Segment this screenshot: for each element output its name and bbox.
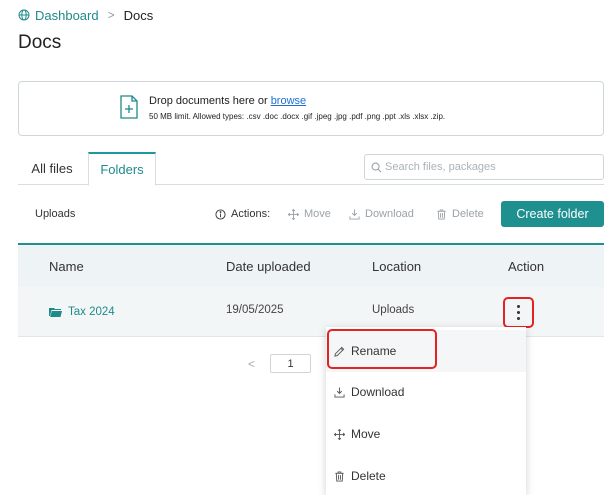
delete-button-label: Delete bbox=[452, 208, 484, 220]
breadcrumb: Dashboard > Docs bbox=[18, 7, 153, 23]
column-header-name[interactable]: Name bbox=[49, 259, 84, 274]
menu-item-move-label: Move bbox=[351, 427, 381, 441]
menu-item-rename[interactable]: Rename bbox=[326, 330, 526, 372]
folder-link[interactable]: Tax 2024 bbox=[49, 306, 115, 318]
upload-limits: 50 MB limit. Allowed types: .csv .doc .d… bbox=[149, 112, 446, 121]
move-button[interactable]: Move bbox=[288, 208, 331, 220]
breadcrumb-current: Docs bbox=[123, 7, 154, 23]
download-button-label: Download bbox=[365, 208, 414, 220]
search-icon bbox=[371, 162, 382, 172]
pagination: < 1 bbox=[248, 354, 312, 373]
browse-link[interactable]: browse bbox=[271, 95, 306, 107]
tab-folders[interactable]: Folders bbox=[88, 152, 156, 186]
download-icon bbox=[349, 208, 360, 220]
file-add-icon bbox=[120, 95, 138, 119]
move-button-label: Move bbox=[304, 208, 331, 220]
row-context-menu: Rename Download Move Delete bbox=[326, 327, 526, 495]
date-uploaded: 19/05/2025 bbox=[226, 304, 284, 316]
search-input[interactable] bbox=[385, 161, 595, 173]
create-folder-button[interactable]: Create folder bbox=[501, 201, 604, 227]
pencil-icon bbox=[334, 346, 345, 357]
menu-item-move[interactable]: Move bbox=[326, 413, 526, 455]
toolbar: Uploads Actions: Move Download Delete Cr… bbox=[18, 200, 604, 230]
actions-label-text: Actions: bbox=[231, 208, 271, 220]
column-header-location[interactable]: Location bbox=[372, 259, 421, 274]
breadcrumb-dashboard-link[interactable]: Dashboard bbox=[35, 8, 99, 23]
kebab-dot bbox=[517, 311, 520, 314]
download-button[interactable]: Download bbox=[349, 208, 414, 220]
kebab-dot bbox=[517, 305, 520, 309]
search-box[interactable] bbox=[364, 154, 604, 180]
actions-label: Actions: bbox=[215, 208, 270, 220]
tab-all-files[interactable]: All files bbox=[18, 152, 86, 185]
upload-prompt-text: Drop documents here or bbox=[149, 95, 268, 107]
download-icon bbox=[334, 386, 345, 398]
folder-name: Tax 2024 bbox=[68, 306, 115, 318]
table-header: Name Date uploaded Location Action bbox=[18, 243, 604, 287]
folder-icon bbox=[49, 308, 62, 317]
current-folder-path: Uploads bbox=[35, 208, 76, 220]
info-icon bbox=[215, 208, 226, 220]
kebab-dot bbox=[517, 316, 520, 320]
column-header-action: Action bbox=[508, 259, 545, 274]
page-title: Docs bbox=[18, 32, 62, 53]
breadcrumb-separator: > bbox=[107, 8, 115, 22]
column-header-date[interactable]: Date uploaded bbox=[226, 259, 311, 274]
menu-item-download[interactable]: Download bbox=[326, 371, 526, 413]
trash-icon bbox=[335, 470, 344, 482]
move-icon bbox=[334, 428, 345, 440]
files-table: Name Date uploaded Location Action Tax 2… bbox=[18, 243, 604, 337]
menu-item-rename-label: Rename bbox=[351, 344, 397, 358]
menu-item-delete-label: Delete bbox=[351, 469, 386, 483]
upload-prompt: Drop documents here or browse bbox=[149, 95, 306, 107]
location: Uploads bbox=[372, 304, 415, 316]
globe-icon bbox=[18, 9, 30, 21]
previous-page-button[interactable]: < bbox=[248, 357, 255, 371]
page-number-button[interactable]: 1 bbox=[270, 354, 312, 373]
move-icon bbox=[288, 208, 299, 220]
upload-dropzone[interactable]: Drop documents here or browse 50 MB limi… bbox=[18, 81, 604, 136]
trash-icon bbox=[437, 208, 446, 220]
delete-button[interactable]: Delete bbox=[436, 208, 484, 220]
menu-item-delete[interactable]: Delete bbox=[326, 455, 526, 495]
menu-item-download-label: Download bbox=[351, 385, 405, 399]
row-actions-menu-button[interactable] bbox=[503, 297, 534, 328]
